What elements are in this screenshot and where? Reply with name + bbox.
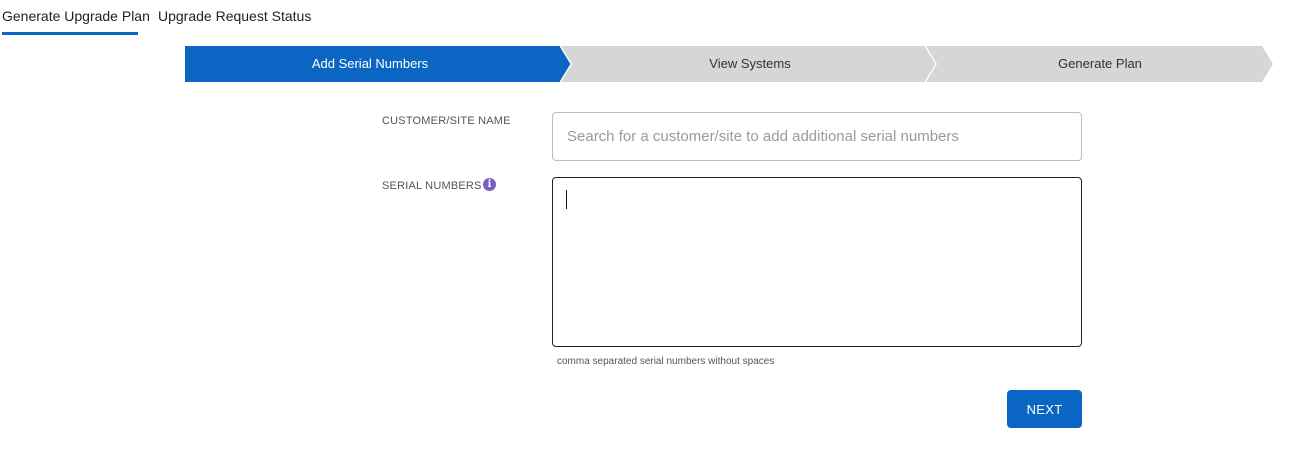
next-button[interactable]: NEXT <box>1007 390 1082 428</box>
tab-upgrade-request-status[interactable]: Upgrade Request Status <box>156 0 313 32</box>
serial-numbers-textarea[interactable] <box>552 177 1082 347</box>
step-add-serial-numbers[interactable]: Add Serial Numbers <box>185 46 555 82</box>
tab-generate-upgrade-plan[interactable]: Generate Upgrade Plan <box>0 0 150 35</box>
step-view-systems[interactable]: View Systems <box>565 46 935 82</box>
text-caret <box>566 190 567 209</box>
top-tab-bar: Generate Upgrade Plan Upgrade Request St… <box>0 0 313 40</box>
info-circle-icon[interactable]: i <box>483 178 496 191</box>
customer-site-search-input[interactable] <box>552 112 1082 161</box>
customer-site-label: CUSTOMER/SITE NAME <box>382 115 511 127</box>
serial-numbers-label: SERIAL NUMBERS <box>382 180 482 192</box>
serial-numbers-helper-text: comma separated serial numbers without s… <box>557 356 775 367</box>
wizard-steps: Add Serial Numbers View Systems Generate… <box>185 46 1273 82</box>
step-generate-plan[interactable]: Generate Plan <box>930 46 1270 82</box>
